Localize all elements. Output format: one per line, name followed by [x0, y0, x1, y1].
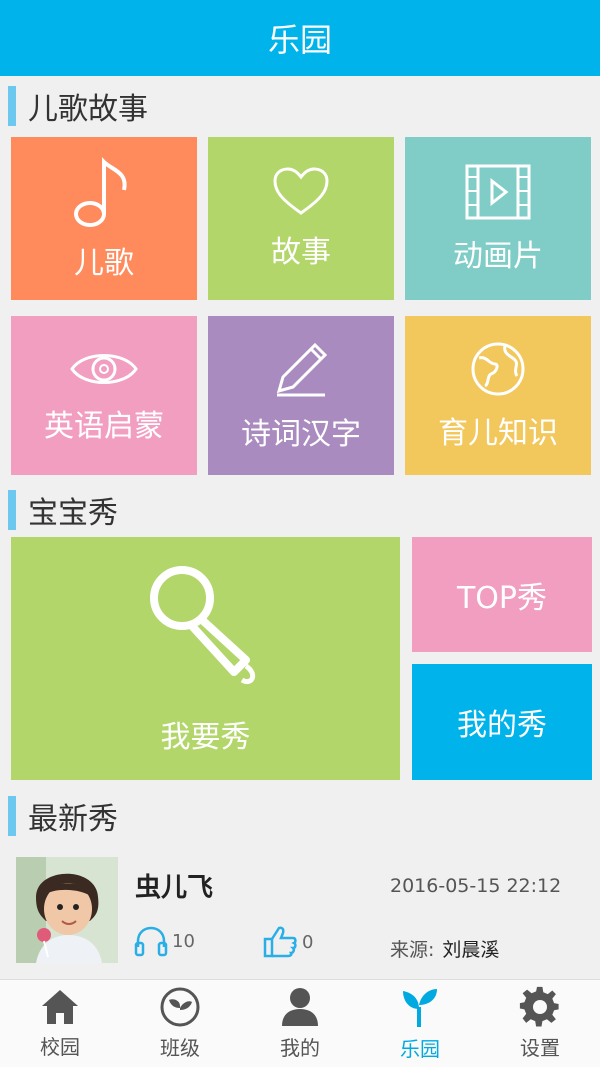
- tab-label: 设置: [520, 1036, 560, 1060]
- tile-cartoon[interactable]: 动画片: [405, 137, 591, 300]
- tab-playground[interactable]: 乐园: [360, 980, 480, 1067]
- bottom-tab-bar: 校园 班级 我的 乐园 设置: [0, 979, 600, 1067]
- section-label: 宝宝秀: [28, 496, 118, 531]
- eye-icon: [70, 353, 138, 384]
- show-me-button[interactable]: 我要秀: [11, 537, 400, 780]
- tile-label: 儿歌: [74, 245, 134, 281]
- tile-label: 我的秀: [457, 708, 547, 743]
- my-show-button[interactable]: 我的秀: [412, 664, 592, 780]
- pencil-icon: [276, 342, 328, 396]
- tile-label: 诗词汉字: [241, 416, 361, 452]
- show-datetime: 2016-05-15 22:12: [390, 875, 562, 897]
- source-name: 刘晨溪: [442, 939, 500, 961]
- tab-label: 校园: [40, 1035, 80, 1059]
- tab-label: 乐园: [400, 1037, 440, 1061]
- tile-english[interactable]: 英语启蒙: [11, 316, 197, 475]
- plant-icon: [403, 989, 437, 1027]
- gear-icon: [519, 986, 559, 1027]
- section-label: 最新秀: [28, 802, 118, 837]
- listen-count[interactable]: 10: [134, 925, 195, 957]
- person-icon: [282, 988, 318, 1026]
- heart-icon: [273, 166, 329, 215]
- section-title-latest-show: 最新秀: [8, 794, 118, 838]
- listen-count-value: 10: [172, 930, 195, 952]
- like-button[interactable]: 0: [262, 925, 313, 959]
- section-marker: [8, 796, 16, 836]
- sprout-icon: [160, 987, 200, 1027]
- tile-parenting[interactable]: 育儿知识: [405, 316, 591, 475]
- tile-song[interactable]: 儿歌: [11, 137, 197, 300]
- section-title-songs: 儿歌故事: [8, 84, 148, 128]
- section-marker: [8, 490, 16, 530]
- music-note-icon: [74, 156, 127, 227]
- child-photo-icon: [16, 857, 118, 963]
- tile-poem[interactable]: 诗词汉字: [208, 316, 394, 475]
- thumbs-up-icon: [263, 926, 297, 958]
- tile-story[interactable]: 故事: [208, 137, 394, 300]
- tile-label: TOP秀: [456, 580, 548, 616]
- show-title[interactable]: 虫儿飞: [135, 867, 213, 904]
- tile-label: 育儿知识: [438, 415, 558, 451]
- tab-campus[interactable]: 校园: [0, 980, 120, 1067]
- tile-label: 动画片: [453, 238, 543, 274]
- tab-settings[interactable]: 设置: [480, 980, 600, 1067]
- tile-label: 故事: [271, 234, 331, 270]
- globe-icon: [471, 342, 525, 395]
- feed-item[interactable]: 虫儿飞 2016-05-15 22:12 10 0 来源: 刘晨溪: [0, 845, 600, 977]
- page-title: 乐园: [267, 21, 332, 59]
- section-title-baby-show: 宝宝秀: [8, 488, 118, 532]
- show-source: 来源: 刘晨溪: [390, 935, 499, 962]
- section-label: 儿歌故事: [28, 92, 148, 127]
- film-icon: [465, 164, 531, 219]
- tab-class[interactable]: 班级: [120, 980, 240, 1067]
- section-marker: [8, 86, 16, 126]
- tab-mine[interactable]: 我的: [240, 980, 360, 1067]
- tab-label: 班级: [160, 1036, 200, 1060]
- avatar[interactable]: [16, 857, 118, 963]
- headphones-icon: [134, 926, 168, 957]
- home-icon: [42, 990, 78, 1024]
- microphone-icon: [149, 565, 255, 684]
- top-bar: 乐园: [0, 0, 600, 76]
- tile-label: 英语启蒙: [44, 408, 164, 444]
- tile-label: 我要秀: [160, 719, 251, 755]
- like-count-value: 0: [302, 931, 314, 953]
- tab-label: 我的: [280, 1036, 320, 1060]
- source-label: 来源:: [390, 939, 435, 961]
- top-show-button[interactable]: TOP秀: [412, 537, 592, 652]
